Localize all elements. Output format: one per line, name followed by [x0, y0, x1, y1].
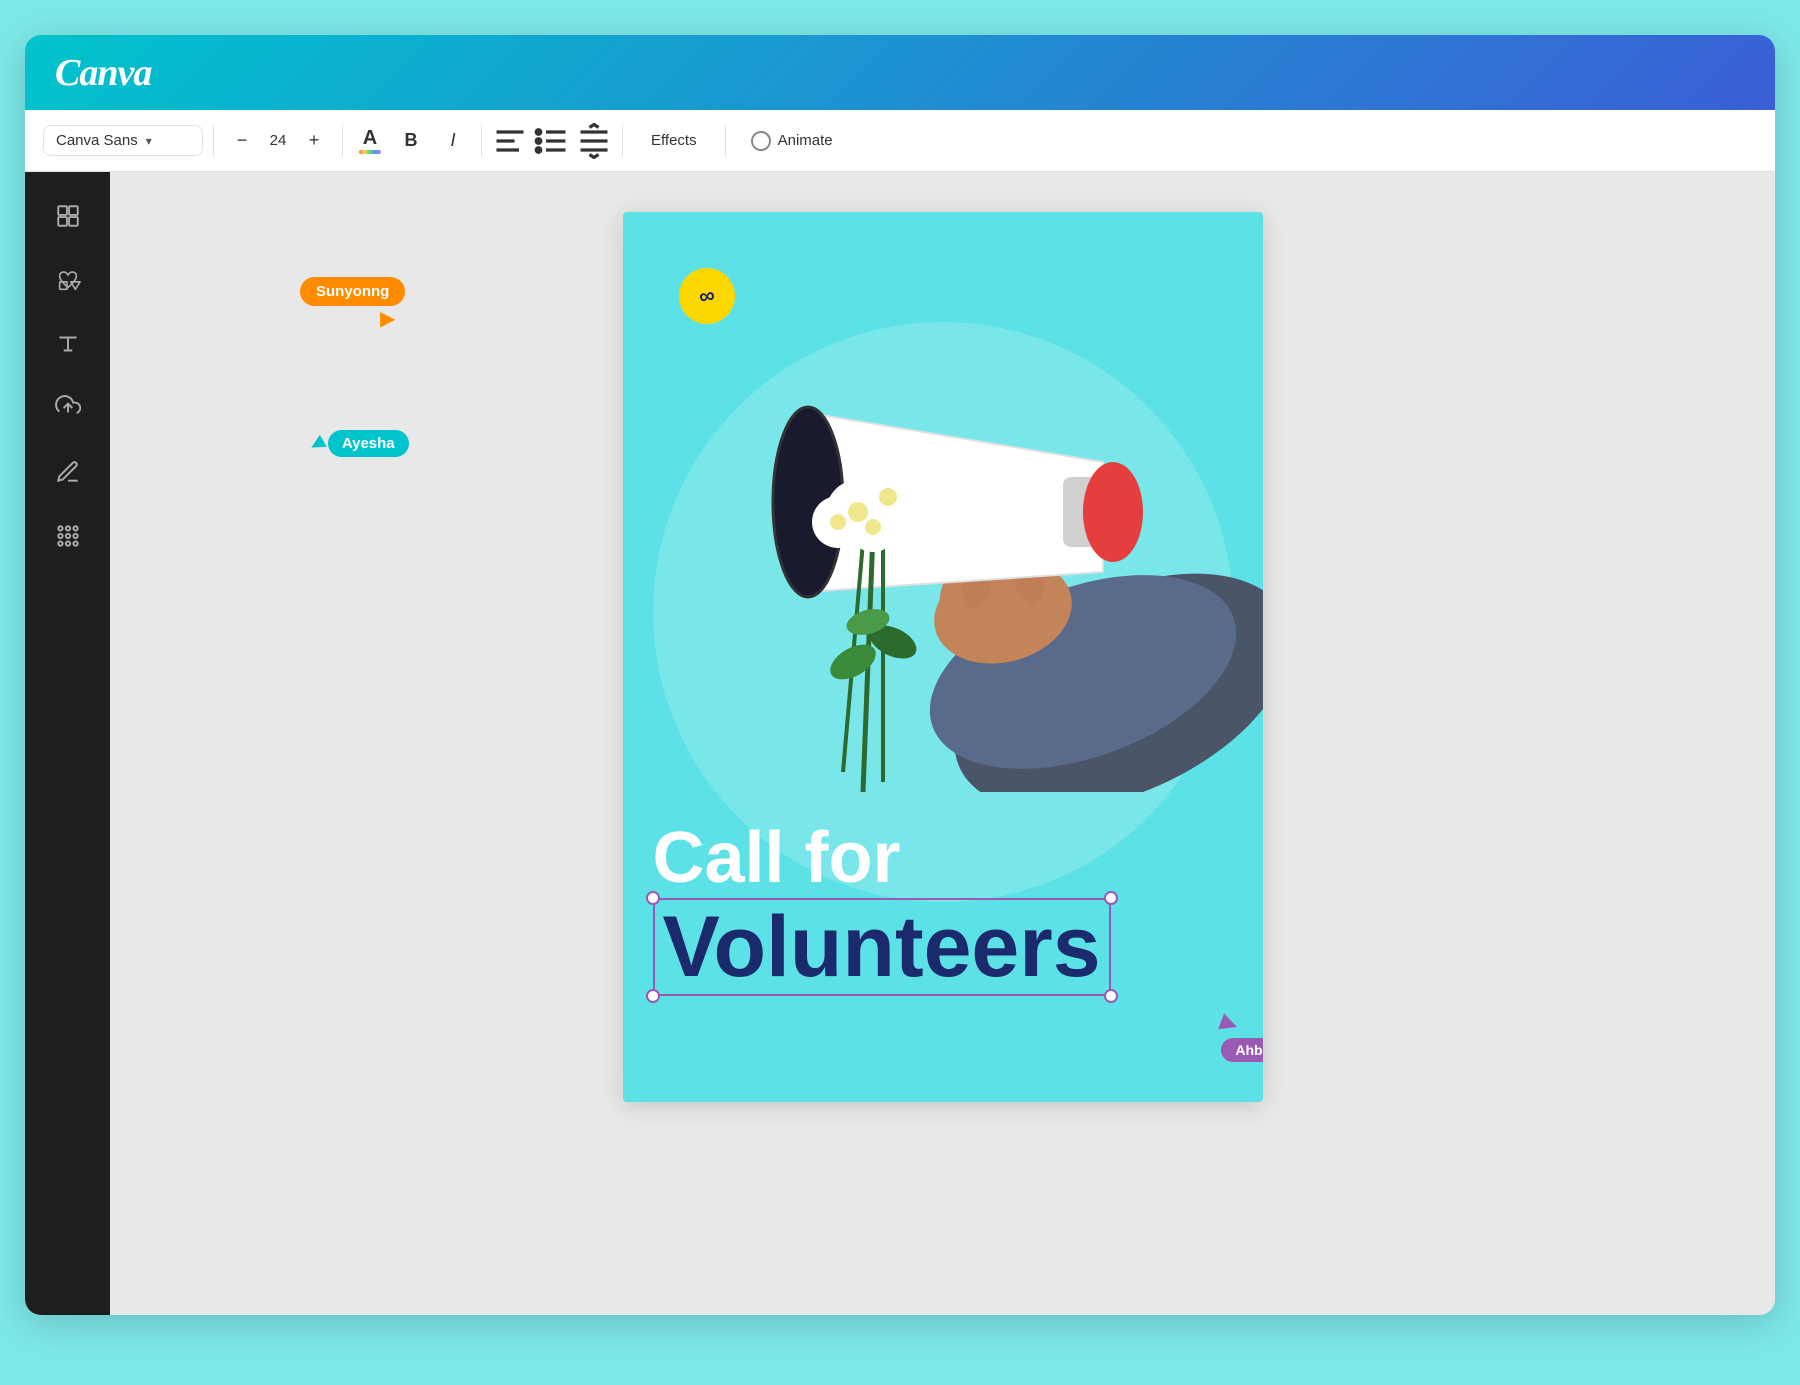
line-spacing-icon — [576, 123, 612, 159]
selection-handle-br — [1104, 989, 1118, 1003]
text-color-a-icon: A — [363, 128, 377, 148]
pen-icon — [55, 459, 81, 485]
sunyonng-cursor: Sunyonng ▶ — [300, 277, 405, 331]
ahbi-arrow-icon: ▶ — [1217, 1008, 1242, 1038]
sidebar-item-draw[interactable] — [40, 444, 96, 500]
main-area: Sunyonng ▶ ◀ Ayesha ∞ — [25, 172, 1775, 1315]
align-left-icon — [492, 123, 528, 159]
toolbar-divider-4 — [622, 125, 623, 157]
text-color-bar — [359, 150, 381, 154]
animate-button[interactable]: Animate — [736, 124, 847, 158]
ayesha-label: Ayesha — [328, 430, 409, 457]
selection-handle-tl — [646, 891, 660, 905]
selection-handle-bl — [646, 989, 660, 1003]
line-spacing-button[interactable] — [576, 123, 612, 159]
design-canvas[interactable]: ∞ — [623, 212, 1263, 1102]
text-icon — [55, 331, 81, 357]
sunyonng-arrow-icon: ▶ — [380, 306, 395, 331]
ahbi-label: Ahbi — [1221, 1038, 1262, 1062]
font-size-control: − 24 + — [224, 123, 332, 159]
toolbar-divider-5 — [725, 125, 726, 157]
ahbi-cursor: ▶ Ahbi — [1221, 1010, 1262, 1062]
font-family-select[interactable]: Canva Sans ▾ — [43, 125, 203, 156]
animate-icon — [750, 130, 772, 152]
text-color-button[interactable]: A — [353, 124, 387, 158]
list-icon — [534, 123, 570, 159]
upload-icon — [55, 395, 81, 421]
list-button[interactable] — [534, 123, 570, 159]
app-container: Canva Canva Sans ▾ − 24 + A B — [25, 35, 1775, 1315]
megaphone-svg — [623, 212, 1263, 792]
decrease-font-size-button[interactable]: − — [224, 123, 260, 159]
canva-logo: Canva — [55, 51, 151, 95]
ayesha-cursor: ◀ Ayesha — [310, 430, 409, 457]
sidebar — [25, 172, 110, 1315]
sidebar-item-templates[interactable] — [40, 188, 96, 244]
canvas-call-for-text: Call for — [653, 822, 1233, 894]
font-family-label: Canva Sans — [56, 132, 138, 149]
toolbar-divider-3 — [481, 125, 482, 157]
sidebar-item-text[interactable] — [40, 316, 96, 372]
canvas-area[interactable]: Sunyonng ▶ ◀ Ayesha ∞ — [110, 172, 1775, 1315]
toolbar-divider-1 — [213, 125, 214, 157]
grid-icon — [55, 203, 81, 229]
effects-button[interactable]: Effects — [633, 126, 715, 155]
font-size-value: 24 — [264, 132, 292, 149]
sidebar-item-elements[interactable] — [40, 252, 96, 308]
toolbar-divider-2 — [342, 125, 343, 157]
sunyonng-label: Sunyonng — [300, 277, 405, 306]
italic-button[interactable]: I — [435, 123, 471, 159]
selection-handle-tr — [1104, 891, 1118, 905]
canvas-volunteers-text: Volunteers — [653, 898, 1111, 996]
bold-button[interactable]: B — [393, 123, 429, 159]
canvas-text-area: Call for Volunteers — [623, 802, 1263, 1102]
title-bar: Canva — [25, 35, 1775, 110]
ayesha-arrow-icon: ◀ — [306, 431, 328, 456]
toolbar: Canva Sans ▾ − 24 + A B I — [25, 110, 1775, 172]
megaphone-illustration — [623, 212, 1263, 792]
apps-icon — [55, 523, 81, 549]
align-left-button[interactable] — [492, 123, 528, 159]
shapes-icon — [55, 267, 81, 293]
sidebar-item-uploads[interactable] — [40, 380, 96, 436]
increase-font-size-button[interactable]: + — [296, 123, 332, 159]
chevron-down-icon: ▾ — [146, 134, 152, 148]
sidebar-item-apps[interactable] — [40, 508, 96, 564]
